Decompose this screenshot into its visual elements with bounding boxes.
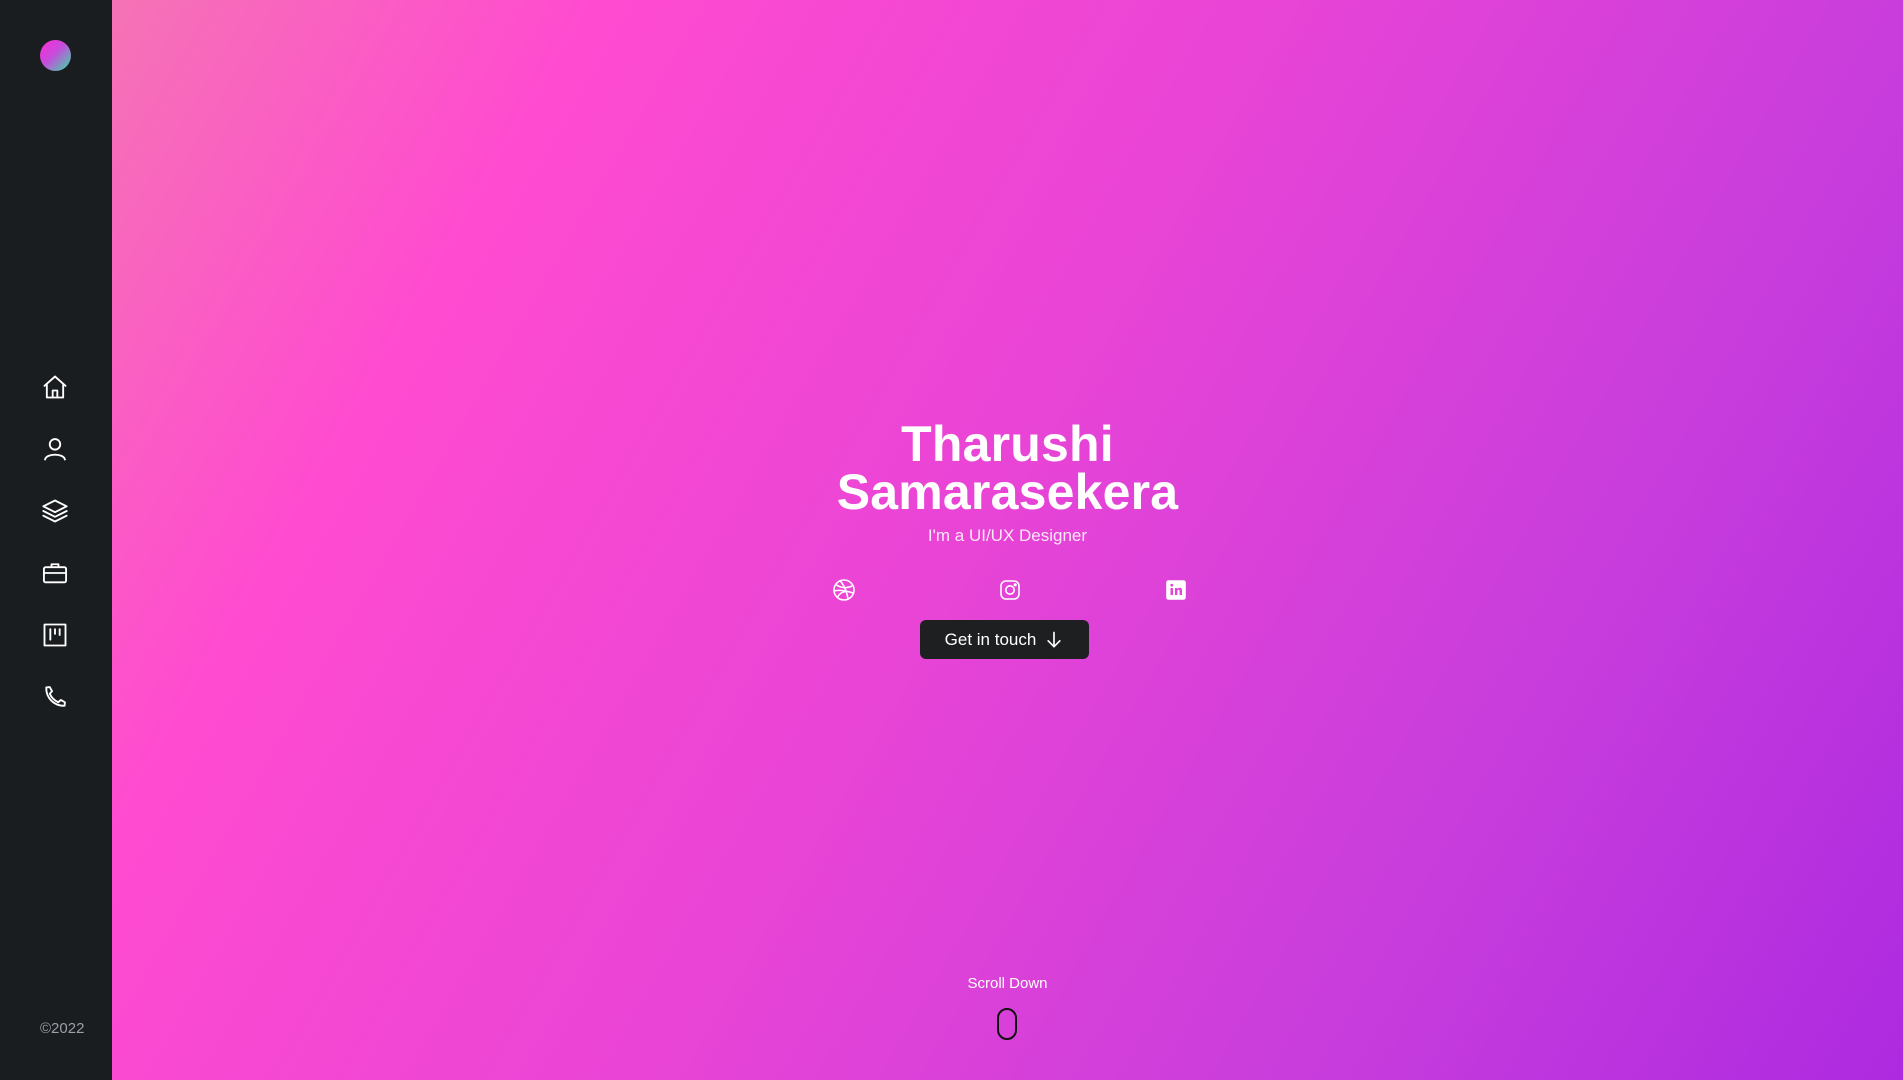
copyright-text: ©2022: [40, 1020, 85, 1037]
arrow-down-icon: [1047, 631, 1061, 647]
nav-home[interactable]: [40, 372, 70, 402]
logo-icon[interactable]: [40, 40, 71, 71]
linkedin-link[interactable]: [1164, 578, 1188, 602]
nav-contact[interactable]: [40, 682, 70, 712]
user-icon: [44, 438, 66, 461]
phone-icon: [45, 686, 66, 707]
layers-icon: [42, 499, 68, 523]
instagram-icon: [1000, 580, 1020, 600]
scroll-down-label: Scroll Down: [967, 975, 1048, 992]
board-icon: [43, 623, 67, 647]
get-in-touch-button[interactable]: Get in touch: [920, 620, 1089, 659]
nav-projects[interactable]: [40, 620, 70, 650]
hero-subtitle: I'm a UI/UX Designer: [927, 526, 1088, 545]
briefcase-icon: [42, 563, 68, 584]
instagram-link[interactable]: [998, 578, 1022, 602]
nav-about[interactable]: [40, 434, 70, 464]
get-in-touch-label: Get in touch: [944, 629, 1037, 649]
mouse-scroll-icon[interactable]: [997, 1008, 1017, 1040]
hero-content: Tharushi Samarasekera I'm a UI/UX Design…: [112, 419, 1903, 546]
dribbble-link[interactable]: [832, 578, 856, 602]
social-links: [832, 578, 1186, 604]
hero-title-line2: Samarasekera: [836, 464, 1179, 520]
linkedin-icon: [1166, 580, 1186, 600]
dribbble-icon: [833, 579, 855, 601]
sidebar: ©2022: [0, 0, 112, 1080]
nav-work[interactable]: [40, 558, 70, 588]
nav-skills[interactable]: [40, 496, 70, 526]
home-icon: [43, 375, 67, 399]
hero-title: Tharushi Samarasekera: [112, 419, 1903, 517]
hero-section: Tharushi Samarasekera I'm a UI/UX Design…: [112, 0, 1903, 1080]
